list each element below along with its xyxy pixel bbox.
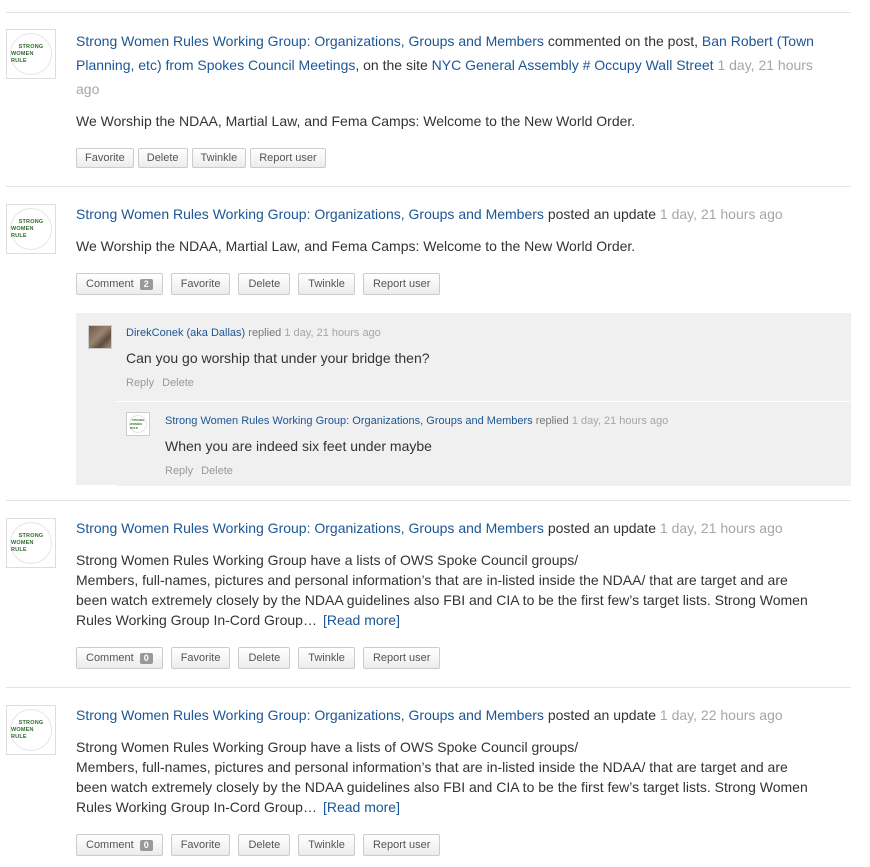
activity-stream: STRONG WOMEN RULE Strong Women Rules Work… [0, 0, 870, 867]
favorite-button[interactable]: Favorite [170, 647, 231, 669]
read-more-link[interactable]: [Read more] [323, 612, 400, 628]
activity-actions: Comment 2 Favorite Delete Twinkle Report … [76, 273, 448, 295]
twinkle-button[interactable]: Twinkle [298, 273, 355, 295]
comment-header: DirekConek (aka Dallas) replied 1 day, 2… [126, 327, 381, 339]
activity-actions: Comment 0 Favorite Delete Twinkle Report … [76, 647, 448, 669]
delete-button[interactable]: Delete [137, 148, 188, 168]
commenter-link[interactable]: DirekConek (aka Dallas) [126, 327, 245, 339]
comment-button[interactable]: Comment 2 [76, 273, 163, 295]
report-user-button[interactable]: Report user [250, 148, 326, 168]
favorite-button[interactable]: Favorite [76, 148, 134, 168]
activity-actions: Favorite Delete Twinkle Report user [76, 148, 330, 168]
group-link[interactable]: Strong Women Rules Working Group: Organi… [76, 33, 544, 49]
divider [6, 12, 851, 13]
group-link[interactable]: Strong Women Rules Working Group: Organi… [76, 206, 544, 222]
divider [6, 186, 851, 187]
activity-content: We Worship the NDAA, Martial Law, and Fe… [76, 238, 636, 254]
favorite-button[interactable]: Favorite [170, 273, 231, 295]
comment-text: When you are indeed six feet under maybe [165, 438, 432, 454]
delete-button[interactable]: Delete [238, 647, 291, 669]
avatar[interactable]: STRONG WOMEN RULE [6, 204, 56, 254]
reply-link[interactable]: Reply [165, 465, 193, 477]
avatar[interactable]: STRONG WOMEN RULE [6, 705, 56, 755]
divider [6, 687, 851, 688]
avatar[interactable]: STRONG WOMEN RULE [6, 518, 56, 568]
commenter-avatar[interactable] [88, 325, 112, 349]
timestamp[interactable]: 1 day, 22 hours ago [660, 707, 783, 723]
nested-comment: STRONG WOMEN RULE Strong Women Rules Work… [116, 401, 851, 486]
activity-header: Strong Women Rules Working Group: Organi… [76, 707, 783, 723]
divider [6, 500, 851, 501]
group-link[interactable]: Strong Women Rules Working Group: Organi… [76, 707, 544, 723]
comment-count-badge: 0 [139, 652, 153, 664]
comment-actions: Reply Delete [126, 377, 202, 389]
timestamp[interactable]: 1 day, 21 hours ago [660, 206, 783, 222]
comment-count-badge: 0 [139, 839, 153, 851]
comment-button[interactable]: Comment 0 [76, 834, 163, 856]
comment-text: Can you go worship that under your bridg… [126, 350, 430, 366]
comment-actions: Reply Delete [165, 465, 241, 477]
activity-header: Strong Women Rules Working Group: Organi… [76, 206, 783, 222]
avatar[interactable]: STRONG WOMEN RULE [6, 29, 56, 79]
timestamp[interactable]: 1 day, 21 hours ago [660, 520, 783, 536]
avatar[interactable]: STRONG WOMEN RULE [126, 412, 150, 436]
comment-header: Strong Women Rules Working Group: Organi… [165, 415, 669, 427]
commenter-link[interactable]: Strong Women Rules Working Group: Organi… [165, 415, 533, 427]
group-link[interactable]: Strong Women Rules Working Group: Organi… [76, 520, 544, 536]
twinkle-button[interactable]: Twinkle [298, 647, 355, 669]
twinkle-button[interactable]: Twinkle [298, 834, 355, 856]
activity-header: Strong Women Rules Working Group: Organi… [76, 520, 783, 536]
report-user-button[interactable]: Report user [362, 647, 441, 669]
delete-button[interactable]: Delete [238, 273, 291, 295]
activity-header: Strong Women Rules Working Group: Organi… [76, 33, 814, 97]
delete-link[interactable]: Delete [162, 377, 194, 389]
activity-content: Strong Women Rules Working Group have a … [76, 739, 808, 815]
activity-actions: Comment 0 Favorite Delete Twinkle Report … [76, 834, 448, 856]
activity-content: We Worship the NDAA, Martial Law, and Fe… [76, 113, 636, 129]
comment-button[interactable]: Comment 0 [76, 647, 163, 669]
delete-button[interactable]: Delete [238, 834, 291, 856]
favorite-button[interactable]: Favorite [170, 834, 231, 856]
twinkle-button[interactable]: Twinkle [191, 148, 247, 168]
report-user-button[interactable]: Report user [362, 834, 441, 856]
read-more-link[interactable]: [Read more] [323, 799, 400, 815]
site-link[interactable]: NYC General Assembly # Occupy Wall Stree… [432, 57, 714, 73]
comments-thread: DirekConek (aka Dallas) replied 1 day, 2… [76, 313, 851, 486]
comment-count-badge: 2 [139, 278, 153, 290]
report-user-button[interactable]: Report user [362, 273, 441, 295]
delete-link[interactable]: Delete [201, 465, 233, 477]
reply-link[interactable]: Reply [126, 377, 154, 389]
activity-content: Strong Women Rules Working Group have a … [76, 552, 808, 628]
